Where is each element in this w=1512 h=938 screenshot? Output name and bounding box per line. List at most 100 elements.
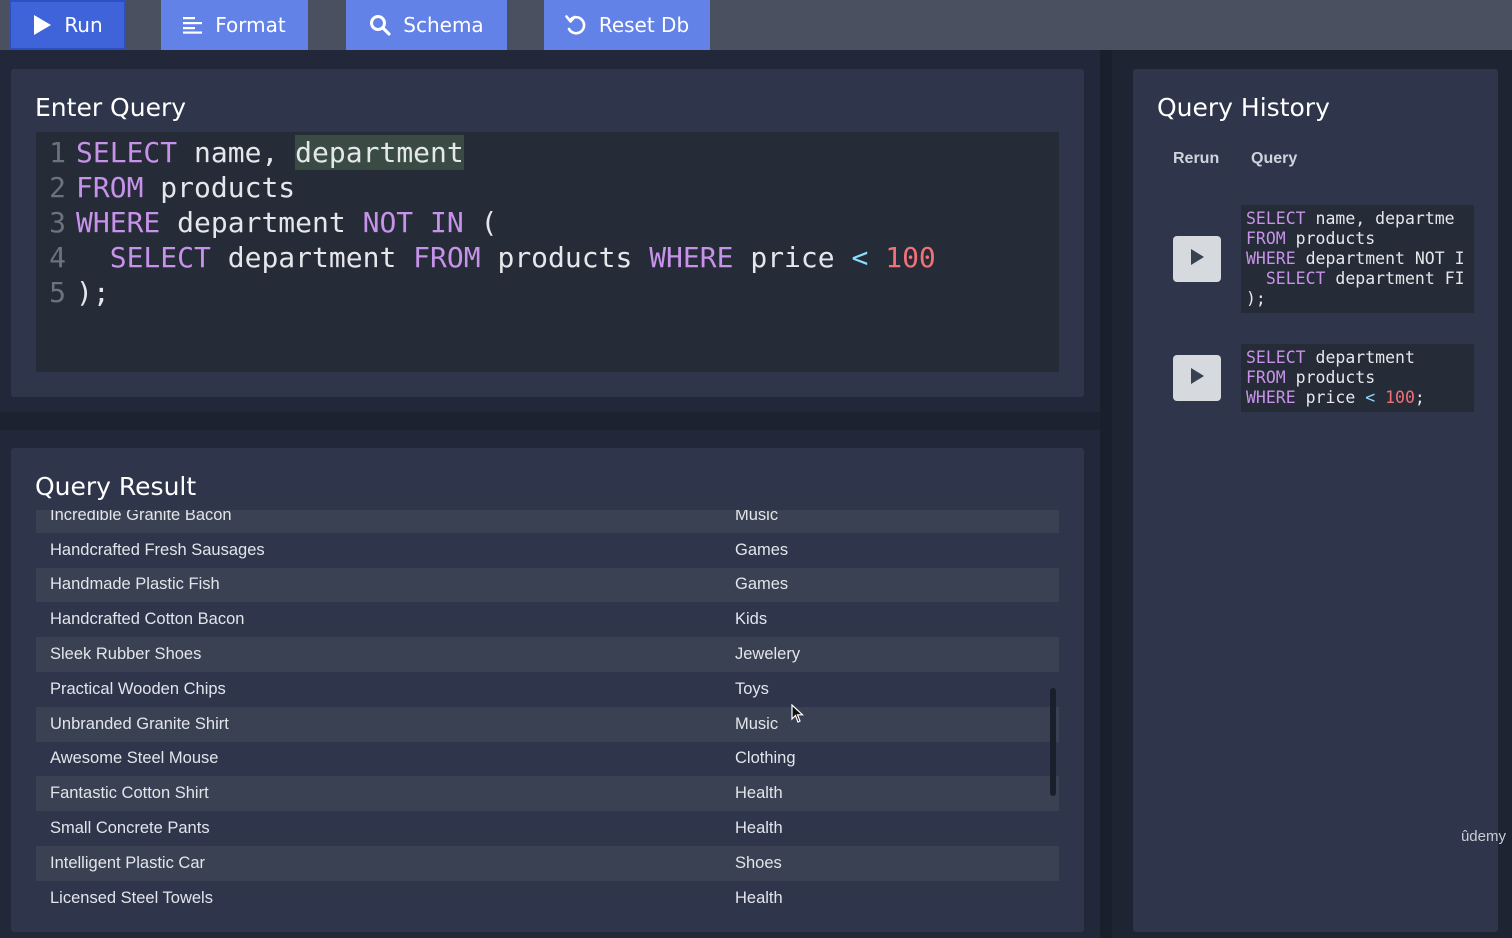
code-token: WHERE (1246, 249, 1296, 268)
table-row: Unbranded Granite Shirt Music (36, 706, 1059, 742)
code-line[interactable]: 4 SELECT department FROM products WHERE … (36, 240, 1059, 275)
table-row: Practical Wooden Chips Toys (36, 671, 1059, 707)
result-title: Query Result (35, 472, 197, 501)
cell-name: Handmade Plastic Fish (50, 575, 220, 594)
code-token: NOT IN (362, 206, 464, 239)
table-row: Handmade Plastic Fish Games (36, 567, 1059, 603)
code-token: price (733, 241, 852, 274)
play-icon (1189, 367, 1205, 389)
rerun-button[interactable] (1173, 355, 1221, 401)
code-token: SELECT (1246, 348, 1306, 367)
code-token: SELECT (1246, 209, 1306, 228)
table-row: Licensed Steel Towels Health (36, 880, 1059, 916)
cell-name: Fantastic Cotton Shirt (50, 784, 209, 803)
cell-name: Incredible Granite Bacon (50, 510, 232, 524)
table-row: Handcrafted Cotton Bacon Kids (36, 602, 1059, 638)
cell-name: Practical Wooden Chips (50, 679, 226, 698)
code-token: name, (177, 136, 296, 169)
code-token: FROM (76, 171, 144, 204)
code-token: ); (76, 276, 110, 309)
code-line[interactable]: 5); (36, 275, 1059, 310)
cell-department: Kids (735, 610, 768, 629)
history-title: Query History (1157, 93, 1330, 122)
code-token: department FI (1325, 269, 1465, 288)
code-token: 100 (1385, 388, 1415, 407)
rerun-button[interactable] (1173, 236, 1221, 282)
history-code-line: WHERE price < 100; (1246, 388, 1469, 408)
cell-department: Health (735, 819, 783, 838)
table-row: Intelligent Plastic Car Shoes (36, 845, 1059, 881)
code-token: department (210, 241, 414, 274)
line-number: 4 (49, 241, 66, 274)
cell-name: Licensed Steel Towels (50, 888, 213, 907)
reset-db-button-label: Reset Db (598, 13, 690, 37)
code-token: FROM (1246, 368, 1286, 387)
table-row: Awesome Steel Mouse Clothing (36, 741, 1059, 777)
code-token: products (1285, 229, 1376, 248)
cell-name: Awesome Steel Mouse (50, 749, 219, 768)
cell-department: Health (735, 784, 783, 803)
table-row: Sleek Rubber Shoes Jewelery (36, 637, 1059, 672)
history-code-line: FROM products (1246, 368, 1469, 388)
cell-department: Shoes (735, 853, 782, 872)
history-code-line: SELECT name, departme (1246, 209, 1469, 229)
line-number: 5 (49, 276, 66, 309)
code-token: products (480, 241, 650, 274)
cell-department: Music (735, 510, 779, 524)
code-token: SELECT (76, 136, 178, 169)
code-token: department (295, 135, 464, 170)
cell-department: Jewelery (735, 645, 801, 664)
code-token: FROM (413, 241, 481, 274)
query-editor-panel: Enter Query 1 SELECT name, department 2 FRO… (11, 69, 1084, 397)
undo-icon (565, 14, 587, 36)
run-button[interactable]: Run (9, 0, 126, 50)
history-code-line: FROM products (1246, 229, 1469, 249)
code-token: WHERE (649, 241, 734, 274)
code-token: SELECT (109, 241, 211, 274)
cell-department: Toys (735, 679, 769, 698)
code-token: FROM (1246, 229, 1286, 248)
toolbar: Run Format Schema Reset Db (0, 0, 1512, 50)
cell-department: Health (735, 888, 783, 907)
code-token: department (160, 206, 363, 239)
cell-name: Sleek Rubber Shoes (50, 645, 202, 664)
code-line[interactable]: 2 FROM products (36, 170, 1059, 205)
schema-button[interactable]: Schema (346, 0, 507, 50)
line-number: 3 (49, 206, 66, 239)
code-token: department (1305, 348, 1415, 367)
code-editor[interactable]: 1 SELECT name, department 2 FROM products 3 W… (36, 132, 1059, 372)
line-number: 1 (49, 136, 66, 169)
history-query: SELECT department FROM products WHERE pric… (1241, 344, 1474, 412)
code-token: 100 (885, 241, 936, 274)
cell-name: Intelligent Plastic Car (50, 853, 205, 872)
cell-name: Small Concrete Pants (50, 819, 210, 838)
horizontal-divider[interactable] (0, 412, 1100, 430)
search-icon (369, 14, 391, 36)
query-history-panel: Query History Rerun Query SELECT name, d… (1133, 69, 1498, 932)
table-row: Handcrafted Fresh Sausages Games (36, 532, 1059, 568)
mouse-cursor-icon (791, 703, 805, 728)
play-icon (1189, 248, 1205, 270)
format-button[interactable]: Format (161, 0, 308, 50)
code-token: WHERE (76, 206, 161, 239)
reset-db-button[interactable]: Reset Db (544, 0, 710, 50)
history-code-line: SELECT department (1246, 348, 1469, 368)
vertical-divider[interactable] (1100, 50, 1112, 938)
cell-name: Unbranded Granite Shirt (50, 714, 229, 733)
result-scrollbar[interactable] (1050, 688, 1056, 796)
code-token: products (143, 171, 296, 204)
code-line[interactable]: 3 WHERE department NOT IN ( (36, 205, 1059, 240)
history-code-line: SELECT department FI (1246, 269, 1469, 289)
code-token: ; (1414, 388, 1425, 407)
align-left-icon (183, 16, 203, 34)
line-number: 2 (49, 171, 66, 204)
history-query: SELECT name, departme FROM products WHERE … (1241, 205, 1474, 313)
code-line[interactable]: 1 SELECT name, department (36, 135, 1059, 170)
table-row: Small Concrete Pants Health (36, 811, 1059, 846)
udemy-watermark: ûdemy (1460, 828, 1506, 845)
query-result-panel: Query Result Incredible Granite Bacon Mus… (11, 448, 1084, 932)
schema-button-label: Schema (403, 13, 484, 37)
editor-title: Enter Query (35, 93, 187, 122)
